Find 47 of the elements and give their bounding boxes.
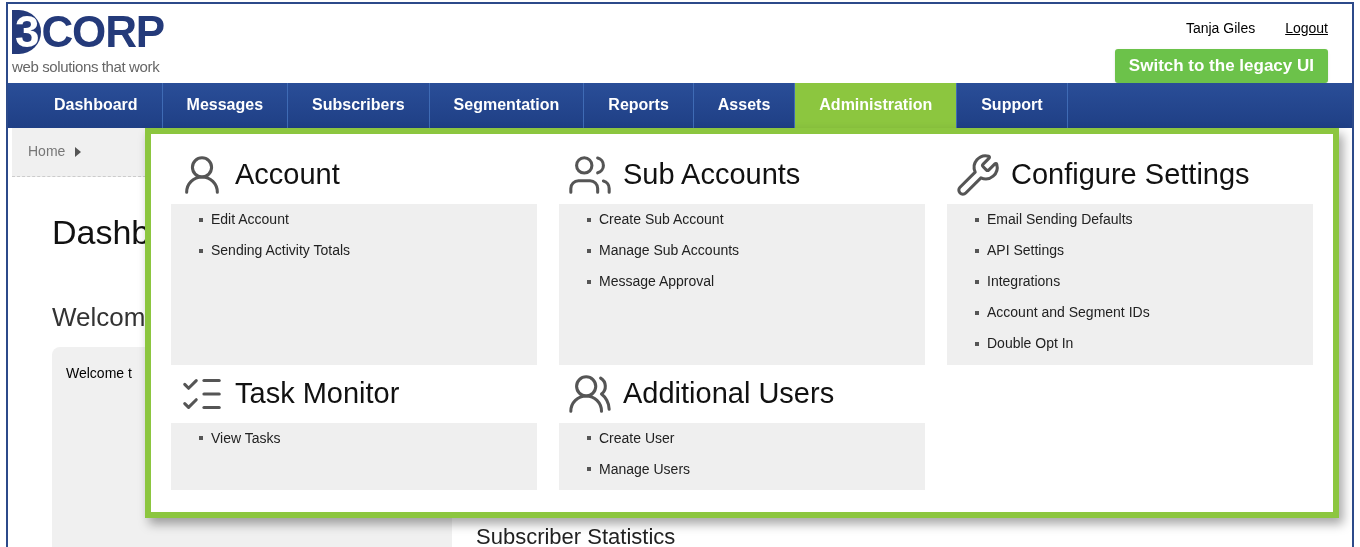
menu-link[interactable]: Integrations <box>987 271 1061 292</box>
menu-link[interactable]: Edit Account <box>211 209 289 230</box>
section-title: Account <box>235 157 340 193</box>
menu-link[interactable]: API Settings <box>987 240 1065 261</box>
bullet-icon <box>199 217 203 222</box>
section-title: Task Monitor <box>235 375 400 411</box>
bullet-icon <box>975 217 979 222</box>
bullet-icon <box>587 248 591 253</box>
bullet-icon <box>587 279 591 284</box>
caret-icon <box>75 146 82 157</box>
menu-link[interactable]: View Tasks <box>211 427 281 449</box>
nav-tab[interactable]: Messages <box>162 82 289 128</box>
bullet-icon <box>975 341 979 346</box>
welcome-heading: Welcom <box>52 301 146 334</box>
stats-heading: Subscriber Statistics <box>476 523 676 547</box>
nav-tab[interactable]: Dashboard <box>30 82 163 128</box>
user-name: Tanja Giles <box>1185 19 1256 38</box>
menu-link[interactable]: Double Opt In <box>987 333 1074 354</box>
welcome-text: Welcome t <box>66 365 132 381</box>
menu-link[interactable]: Manage Sub Accounts <box>599 240 740 261</box>
menu-link[interactable]: Manage Users <box>599 458 691 480</box>
logo-tagline: web solutions that work <box>12 57 161 77</box>
menu-link[interactable]: Email Sending Defaults <box>987 209 1133 230</box>
section-title: Configure Settings <box>1011 157 1250 193</box>
nav-tab[interactable]: Support <box>957 82 1068 128</box>
section-title: Sub Accounts <box>623 157 801 193</box>
logo: 3CORP <box>12 10 165 54</box>
menu-link[interactable]: Message Approval <box>599 271 715 292</box>
menu-link[interactable]: Account and Segment IDs <box>987 302 1150 323</box>
bullet-icon <box>587 217 591 222</box>
breadcrumb-link[interactable]: Home <box>28 141 66 163</box>
bullet-icon <box>975 279 979 284</box>
logout-link[interactable]: Logout <box>1285 18 1328 39</box>
menu-link[interactable]: Create User <box>599 427 675 449</box>
nav-tab[interactable]: Segmentation <box>429 82 585 128</box>
wrench-icon <box>955 152 1001 198</box>
section-title: Additional Users <box>623 375 835 411</box>
bullet-icon <box>587 467 591 471</box>
menu-link[interactable]: Sending Activity Totals <box>211 240 351 261</box>
nav-tab[interactable]: Subscribers <box>288 82 430 128</box>
bullet-icon <box>199 436 203 440</box>
bullet-icon <box>975 310 979 315</box>
bullet-icon <box>199 248 203 253</box>
bullet-icon <box>587 436 591 440</box>
bullet-icon <box>975 248 979 253</box>
nav-tab[interactable]: Reports <box>584 82 694 128</box>
menu-link[interactable]: Create Sub Account <box>599 209 724 230</box>
